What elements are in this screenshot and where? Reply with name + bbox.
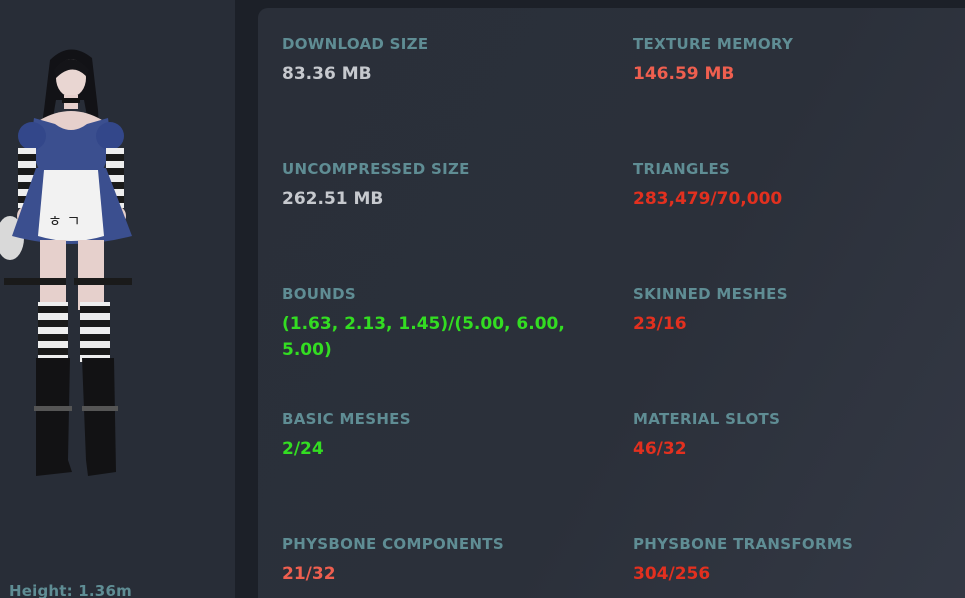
stat-value: 23/16 [633,314,687,334]
avatar-preview-panel: ㅎ ㄱ Height: 1.36m [0,0,235,598]
stat-basic-meshes: BASIC MESHES 2/24 [282,409,602,462]
avatar-preview-image: ㅎ ㄱ [0,49,132,476]
stat-value: 304/256 [633,564,711,584]
stat-label: PHYSBONE TRANSFORMS [633,535,854,553]
stat-value: 283,479/70,000 [633,189,783,209]
stat-value: 46/32 [633,439,687,459]
stat-triangles: TRIANGLES 283,479/70,000 [633,159,953,212]
stat-value: 83.36 MB [282,64,372,84]
stat-value: (1.63, 2.13, 1.45)/(5.00, 6.00, 5.00) [282,314,565,360]
stat-label: BOUNDS [282,285,356,303]
stat-physbone-components: PHYSBONE COMPONENTS 21/32 [282,534,602,587]
stat-label: DOWNLOAD SIZE [282,35,429,53]
stat-value: 262.51 MB [282,189,384,209]
svg-text:ㅎ ㄱ: ㅎ ㄱ [48,212,80,230]
stat-uncompressed-size: UNCOMPRESSED SIZE 262.51 MB [282,159,602,212]
stat-label: UNCOMPRESSED SIZE [282,160,470,178]
stat-value: 146.59 MB [633,64,735,84]
stat-label: PHYSBONE COMPONENTS [282,535,504,553]
stat-texture-memory: TEXTURE MEMORY 146.59 MB [633,34,953,87]
stat-label: TRIANGLES [633,160,731,178]
stat-skinned-meshes: SKINNED MESHES 23/16 [633,284,953,337]
stat-label: SKINNED MESHES [633,285,788,303]
stat-value: 21/32 [282,564,336,584]
stat-value: 2/24 [282,439,324,459]
stat-label: TEXTURE MEMORY [633,35,794,53]
stat-physbone-transforms: PHYSBONE TRANSFORMS 304/256 [633,534,953,587]
stat-material-slots: MATERIAL SLOTS 46/32 [633,409,953,462]
stat-bounds: BOUNDS (1.63, 2.13, 1.45)/(5.00, 6.00, 5… [282,284,582,363]
performance-stats-card: DOWNLOAD SIZE 83.36 MB TEXTURE MEMORY 14… [258,8,965,598]
stat-download-size: DOWNLOAD SIZE 83.36 MB [282,34,602,87]
stat-label: BASIC MESHES [282,410,411,428]
stat-label: MATERIAL SLOTS [633,410,781,428]
avatar-stats-screen: ㅎ ㄱ Height: 1.36m DOWNLOAD SIZE 83.36 MB… [0,0,965,598]
avatar-height-label: Height: 1.36m [9,582,132,598]
